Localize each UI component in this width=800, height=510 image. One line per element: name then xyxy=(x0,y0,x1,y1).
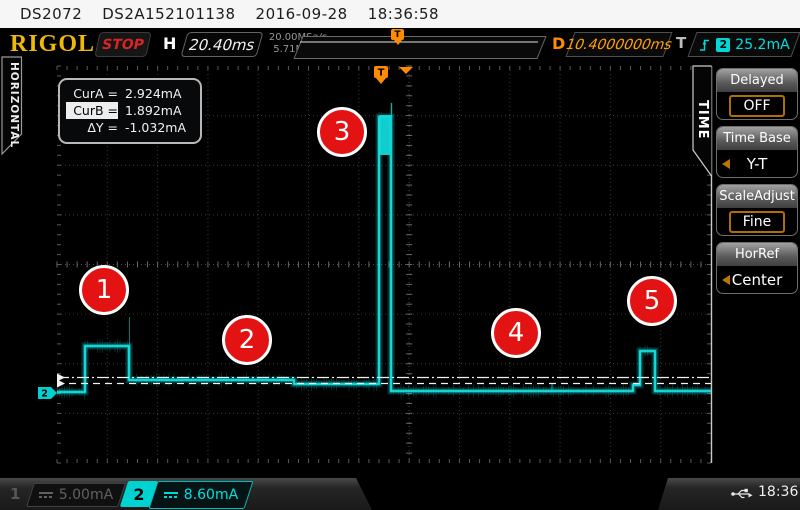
tab-horizontal[interactable]: HORIZONTAL xyxy=(4,60,20,150)
channel2-ground-marker xyxy=(38,387,57,399)
softkey-timebase-mode[interactable]: Time Base Y-T xyxy=(716,126,798,178)
callout-circle-4: 4 xyxy=(491,308,541,358)
capture-date: 2016-09-28 xyxy=(256,5,348,23)
trigger-info-box[interactable]: 2 25.2mA xyxy=(687,32,800,57)
dc-coupling-icon xyxy=(39,492,53,498)
channel2-scale: 8.60mA xyxy=(184,487,238,503)
burst-block xyxy=(380,115,392,155)
cursor-b-value: 1.892mA xyxy=(125,102,182,119)
trigger-level-readout: 25.2mA xyxy=(735,37,789,53)
cursor-b-row: CurB = 1.892mA xyxy=(66,102,194,119)
window-title-bar: DS2072 DS2A152101138 2016-09-28 18:36:58 xyxy=(0,0,800,28)
trigger-label: T xyxy=(676,34,686,52)
tab-time[interactable]: TIME xyxy=(694,84,710,156)
softkey-scaleadjust[interactable]: ScaleAdjust Fine xyxy=(716,184,798,236)
callout-circle-5: 5 xyxy=(627,276,677,326)
trigger-position-icon[interactable]: T xyxy=(391,29,404,40)
softkey-timebase-value: Y-T xyxy=(747,155,768,173)
delta-y-row: ΔY = -1.032mA xyxy=(66,119,194,136)
serial-number: DS2A152101138 xyxy=(102,5,235,23)
horizontal-center-marker xyxy=(399,67,413,74)
usb-icon xyxy=(730,487,754,501)
svg-text:2: 2 xyxy=(41,389,48,400)
delta-y-value: -1.032mA xyxy=(125,119,186,136)
rising-edge-icon xyxy=(698,37,711,52)
svg-text:T: T xyxy=(378,68,385,79)
dc-coupling-icon xyxy=(164,492,178,498)
channel1-number: 1 xyxy=(10,485,20,503)
softkey-scaleadjust-value: Fine xyxy=(729,211,785,233)
softkey-delayed-label: Delayed xyxy=(717,69,797,92)
callout-circle-1: 1 xyxy=(79,265,129,315)
left-arrow-icon xyxy=(722,275,730,285)
delay-readout[interactable]: 10.4000000ms xyxy=(565,32,672,57)
softkey-delayed[interactable]: Delayed OFF xyxy=(716,68,798,120)
softkey-horref-value: Center xyxy=(732,271,783,289)
trigger-t-marker xyxy=(374,66,388,78)
callout-circle-2: 2 xyxy=(222,315,272,365)
trigger-source-badge: 2 xyxy=(716,38,730,52)
left-arrow-icon xyxy=(722,159,730,169)
clock-readout: 18:36 xyxy=(758,484,798,500)
trace-glow xyxy=(57,117,711,392)
cursor-measurement-box[interactable]: CurA = 2.924mA CurB = 1.892mA ΔY = -1.03… xyxy=(58,78,202,144)
oscilloscope-screen: DS2072 DS2A152101138 2016-09-28 18:36:58… xyxy=(0,0,800,510)
cursor-b-label: CurB = xyxy=(66,102,118,119)
waveform-display: 2T xyxy=(0,0,800,510)
softkey-timebase-label: Time Base xyxy=(717,127,797,150)
cursor-b-arrow xyxy=(57,380,65,388)
delta-y-label: ΔY = xyxy=(66,119,118,136)
channel1-scale: 5.00mA xyxy=(59,487,113,503)
cursor-a-arrow xyxy=(57,374,65,382)
channel-status-bar: 1 5.00mA 2 8.60mA 18:36 xyxy=(0,478,800,510)
capture-time: 18:36:58 xyxy=(368,5,439,23)
run-state-badge: STOP xyxy=(94,32,151,57)
channel2-trace xyxy=(57,117,711,392)
channel2-status-box[interactable]: 8.60mA xyxy=(148,481,253,509)
horizontal-label: H xyxy=(163,34,176,53)
softkey-scaleadjust-label: ScaleAdjust xyxy=(717,185,797,208)
cursor-a-row: CurA = 2.924mA xyxy=(66,85,194,102)
cursor-a-label: CurA = xyxy=(66,85,118,102)
softkey-horref-label: HorRef xyxy=(717,243,797,266)
rigol-logo: RIGOL xyxy=(10,31,95,58)
channel2-number: 2 xyxy=(133,485,144,504)
trace-noise xyxy=(57,112,710,400)
memory-waveform-zigzag xyxy=(296,36,542,57)
callout-circle-3: 3 xyxy=(317,107,367,157)
channel1-status-box[interactable]: 5.00mA xyxy=(26,483,126,507)
softkey-horref[interactable]: HorRef Center xyxy=(716,242,798,294)
softkey-delayed-value: OFF xyxy=(729,95,784,117)
status-header: RIGOL STOP H 20.40ms 20.00MSa/s 5.71M pt… xyxy=(0,28,800,62)
timebase-readout[interactable]: 20.40ms xyxy=(180,32,263,57)
cursor-a-value: 2.924mA xyxy=(125,85,182,102)
model-name: DS2072 xyxy=(20,5,82,23)
